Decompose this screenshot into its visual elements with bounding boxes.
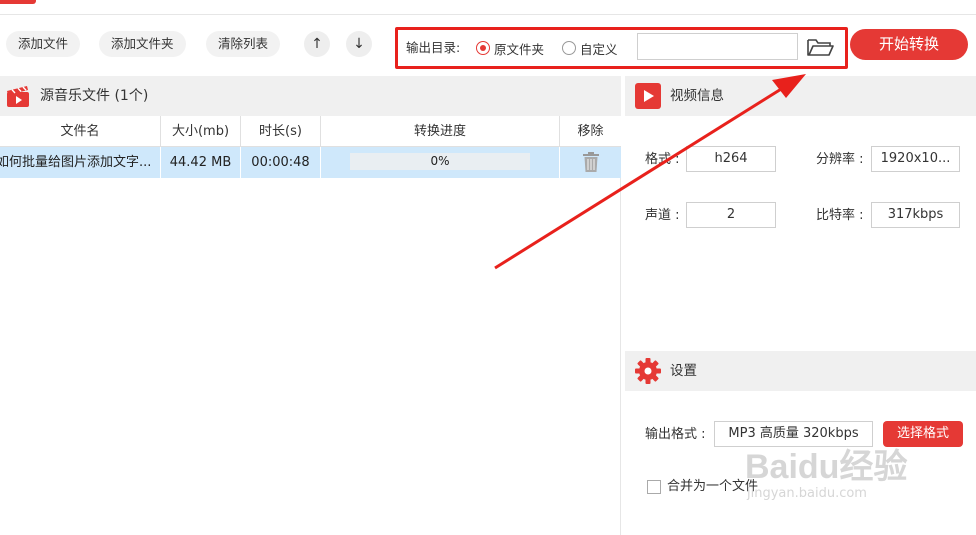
column-remove: 移除 bbox=[577, 124, 604, 139]
output-format-value: MP3 高质量 320kbps bbox=[714, 421, 873, 447]
add-file-button[interactable]: 添加文件 bbox=[6, 31, 81, 57]
channel-label: 声道 : bbox=[645, 208, 680, 223]
add-folder-button[interactable]: 添加文件夹 bbox=[99, 31, 186, 57]
toolbar: 添加文件 添加文件夹 清除列表 ↑ ↓ 输出目录: 原文件夹 自定义 开始转换 bbox=[0, 15, 976, 75]
settings-title: 设置 bbox=[670, 363, 697, 379]
radio-unselected-icon bbox=[562, 41, 576, 55]
radio-original-folder[interactable]: 原文件夹 bbox=[476, 38, 544, 58]
move-up-button[interactable]: ↑ bbox=[304, 31, 330, 57]
merge-files-label: 合并为一个文件 bbox=[667, 479, 759, 494]
output-format-label: 输出格式 : bbox=[645, 427, 706, 442]
output-path-input[interactable] bbox=[637, 33, 798, 60]
source-file-panel: 源音乐文件 (1个) 文件名 大小(mb) 时长(s) 转换进度 移除 如何批量… bbox=[0, 76, 621, 535]
trash-icon bbox=[582, 152, 599, 172]
format-value: h264 bbox=[686, 146, 776, 172]
video-info-header: 视频信息 bbox=[625, 76, 976, 116]
arrow-down-icon: ↓ bbox=[353, 36, 365, 52]
radio-original-folder-label: 原文件夹 bbox=[494, 41, 545, 57]
resolution-value: 1920x10... bbox=[871, 146, 960, 172]
app-logo-corner bbox=[0, 0, 36, 4]
column-progress: 转换进度 bbox=[321, 116, 560, 147]
file-duration-cell: 00:00:48 bbox=[241, 147, 321, 178]
gear-icon bbox=[635, 358, 661, 384]
merge-files-checkbox[interactable] bbox=[647, 480, 661, 494]
move-down-button[interactable]: ↓ bbox=[346, 31, 372, 57]
radio-selected-icon bbox=[476, 41, 490, 55]
select-format-button[interactable]: 选择格式 bbox=[883, 421, 963, 447]
file-size-cell: 44.42 MB bbox=[161, 147, 241, 178]
resolution-label: 分辨率 : bbox=[816, 152, 864, 167]
browse-folder-button[interactable] bbox=[805, 35, 835, 59]
column-size: 大小(mb) bbox=[161, 116, 241, 147]
source-panel-header: 源音乐文件 (1个) bbox=[0, 76, 621, 116]
radio-custom-folder[interactable]: 自定义 bbox=[562, 38, 618, 58]
settings-header: 设置 bbox=[625, 351, 976, 391]
source-panel-title: 源音乐文件 (1个) bbox=[40, 88, 149, 104]
output-directory-group: 输出目录: 原文件夹 自定义 bbox=[395, 27, 848, 69]
start-convert-button[interactable]: 开始转换 bbox=[850, 29, 968, 60]
side-panel: 视频信息 格式 : h264 分辨率 : 1920x10... 声道 : 2 比… bbox=[625, 76, 976, 535]
column-duration: 时长(s) bbox=[241, 116, 321, 147]
folder-open-icon bbox=[807, 39, 834, 56]
column-filename: 文件名 bbox=[0, 116, 161, 147]
bitrate-label: 比特率 : bbox=[816, 208, 864, 223]
conversion-progress-bar: 0% bbox=[350, 153, 530, 170]
bitrate-value: 317kbps bbox=[871, 202, 960, 228]
progress-text: 0% bbox=[430, 154, 450, 168]
file-name-cell: 如何批量给图片添加文字... bbox=[0, 147, 161, 178]
clear-list-button[interactable]: 清除列表 bbox=[206, 31, 281, 57]
arrow-up-icon: ↑ bbox=[311, 36, 323, 52]
radio-custom-folder-label: 自定义 bbox=[580, 41, 618, 57]
channel-value: 2 bbox=[686, 202, 776, 228]
clapperboard-icon bbox=[6, 84, 30, 108]
video-play-icon bbox=[635, 83, 661, 109]
video-info-title: 视频信息 bbox=[670, 88, 724, 104]
format-label: 格式 : bbox=[645, 152, 680, 167]
output-directory-label: 输出目录: bbox=[406, 40, 461, 55]
remove-file-button[interactable] bbox=[560, 147, 621, 178]
file-table-header: 文件名 大小(mb) 时长(s) 转换进度 移除 bbox=[0, 116, 621, 147]
